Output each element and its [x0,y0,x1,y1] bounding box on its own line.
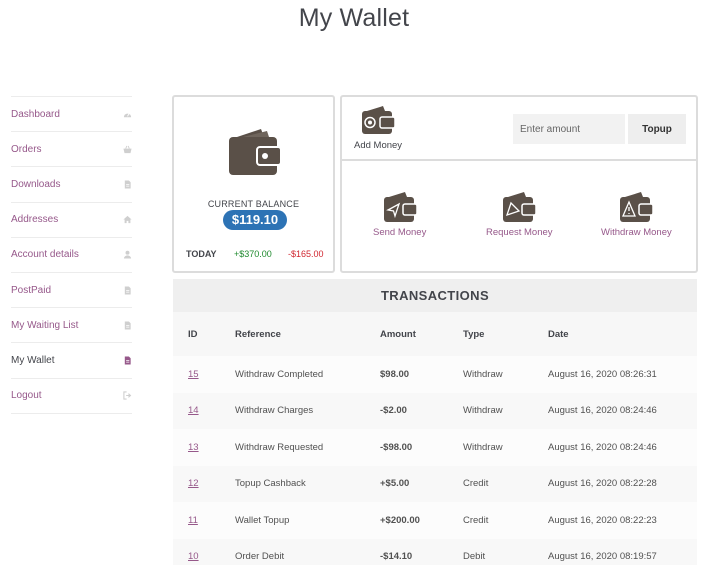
send-money-button[interactable]: Send Money [373,191,426,238]
table-row: 11 Wallet Topup +$200.00 Credit August 1… [173,502,697,539]
transaction-reference: Withdraw Completed [235,356,380,393]
actions-divider [342,159,696,161]
table-row: 15 Withdraw Completed $98.00 Withdraw Au… [173,356,697,393]
transaction-amount: -$14.10 [380,538,463,565]
table-row: 10 Order Debit -$14.10 Debit August 16, … [173,538,697,565]
transaction-id-link[interactable]: 15 [188,369,199,380]
transaction-date: August 16, 2020 08:19:57 [548,538,697,565]
sidebar-item-label: Orders [11,143,42,155]
transaction-reference: Withdraw Charges [235,392,380,429]
send-money-label: Send Money [373,227,427,238]
transaction-date: August 16, 2020 08:24:46 [548,392,697,429]
sidebar-item-label: My Wallet [11,354,55,366]
transaction-id-link[interactable]: 14 [188,405,199,416]
wallet-actions-card: Add Money Topup Send Money Request Money [340,95,698,273]
table-row: 13 Withdraw Requested -$98.00 Withdraw A… [173,429,697,466]
topup-button[interactable]: Topup [628,114,686,144]
request-money-button[interactable]: Request Money [486,191,553,238]
column-header-type: Type [463,312,548,356]
sidebar-item-my-wallet[interactable]: My Wallet [11,343,132,379]
sidebar-item-label: Logout [11,390,42,402]
sidebar-item-label: PostPaid [11,284,52,296]
transaction-reference: Wallet Topup [235,502,380,539]
transactions-table: ID Reference Amount Type Date 15 Withdra… [173,312,697,565]
transaction-reference: Withdraw Requested [235,429,380,466]
add-money-button[interactable]: Add Money [354,105,402,151]
home-icon [122,215,132,225]
transaction-amount: -$2.00 [380,392,463,429]
today-credit: +$370.00 [234,249,272,259]
table-row: 12 Topup Cashback +$5.00 Credit August 1… [173,465,697,502]
current-balance-amount: $119.10 [223,210,287,230]
request-money-icon [503,192,537,222]
sidebar-item-label: Account details [11,249,79,261]
table-header-row: ID Reference Amount Type Date [173,312,697,356]
transaction-id-link[interactable]: 13 [188,442,199,453]
sign-out-icon [122,391,132,401]
transaction-amount: +$5.00 [380,465,463,502]
sidebar-item-logout[interactable]: Logout [11,379,132,414]
transaction-date: August 16, 2020 08:22:23 [548,502,697,539]
add-money-label: Add Money [354,140,403,151]
file-icon [122,355,132,365]
sidebar-item-addresses[interactable]: Addresses [11,203,132,238]
transaction-type: Debit [463,538,548,565]
transaction-date: August 16, 2020 08:24:46 [548,429,697,466]
transaction-id-link[interactable]: 12 [188,478,199,489]
transaction-date: August 16, 2020 08:22:28 [548,465,697,502]
withdraw-money-button[interactable]: Withdraw Money [601,191,672,238]
transaction-amount: +$200.00 [380,502,463,539]
transaction-reference: Order Debit [235,538,380,565]
file-icon [122,179,132,189]
transaction-type: Credit [463,465,548,502]
file-icon [122,320,132,330]
column-header-id: ID [173,312,235,356]
transactions-title: TRANSACTIONS [173,279,697,312]
column-header-date: Date [548,312,697,356]
transaction-amount: -$98.00 [380,429,463,466]
withdraw-money-label: Withdraw Money [601,227,672,238]
sidebar-item-label: Dashboard [11,108,60,120]
current-balance-label: CURRENT BALANCE [207,199,300,209]
add-money-wallet-icon [362,106,396,134]
page-title: My Wallet [298,4,410,32]
table-row: 14 Withdraw Charges -$2.00 Withdraw Augu… [173,392,697,429]
today-summary: TODAY +$370.00 -$165.00 [186,249,329,259]
user-icon [122,250,132,260]
column-header-reference: Reference [235,312,380,356]
column-header-amount: Amount [380,312,463,356]
transaction-reference: Topup Cashback [235,465,380,502]
transaction-type: Withdraw [463,392,548,429]
sidebar-item-orders[interactable]: Orders [11,132,132,168]
sidebar-item-downloads[interactable]: Downloads [11,167,132,203]
amount-input[interactable] [513,114,625,144]
sidebar-item-label: Addresses [11,214,59,226]
transaction-amount: $98.00 [380,356,463,393]
sidebar-item-label: Downloads [11,178,61,190]
transaction-type: Withdraw [463,356,548,393]
withdraw-money-icon [620,192,654,222]
sidebar-item-label: My Waiting List [11,319,79,331]
basket-icon [122,144,132,154]
transaction-id-link[interactable]: 11 [188,515,198,526]
transaction-id-link[interactable]: 10 [188,551,199,562]
sidebar-item-postpaid[interactable]: PostPaid [11,273,132,309]
today-debit: -$165.00 [288,249,324,259]
send-money-icon [383,192,417,222]
balance-card: CURRENT BALANCE $119.10 TODAY +$370.00 -… [172,95,335,273]
sidebar-item-dashboard[interactable]: Dashboard [11,97,132,133]
request-money-label: Request Money [486,227,553,238]
gauge-icon [122,109,132,119]
today-label: TODAY [186,249,217,259]
sidebar-item-account-details[interactable]: Account details [11,238,132,273]
transaction-date: August 16, 2020 08:26:31 [548,356,697,393]
file-icon [122,285,132,295]
wallet-icon [229,129,281,175]
transaction-type: Credit [463,502,548,539]
transaction-type: Withdraw [463,429,548,466]
account-navigation: Dashboard Orders Downloads Addresses Acc… [11,96,132,414]
sidebar-item-my-waiting-list[interactable]: My Waiting List [11,308,132,344]
